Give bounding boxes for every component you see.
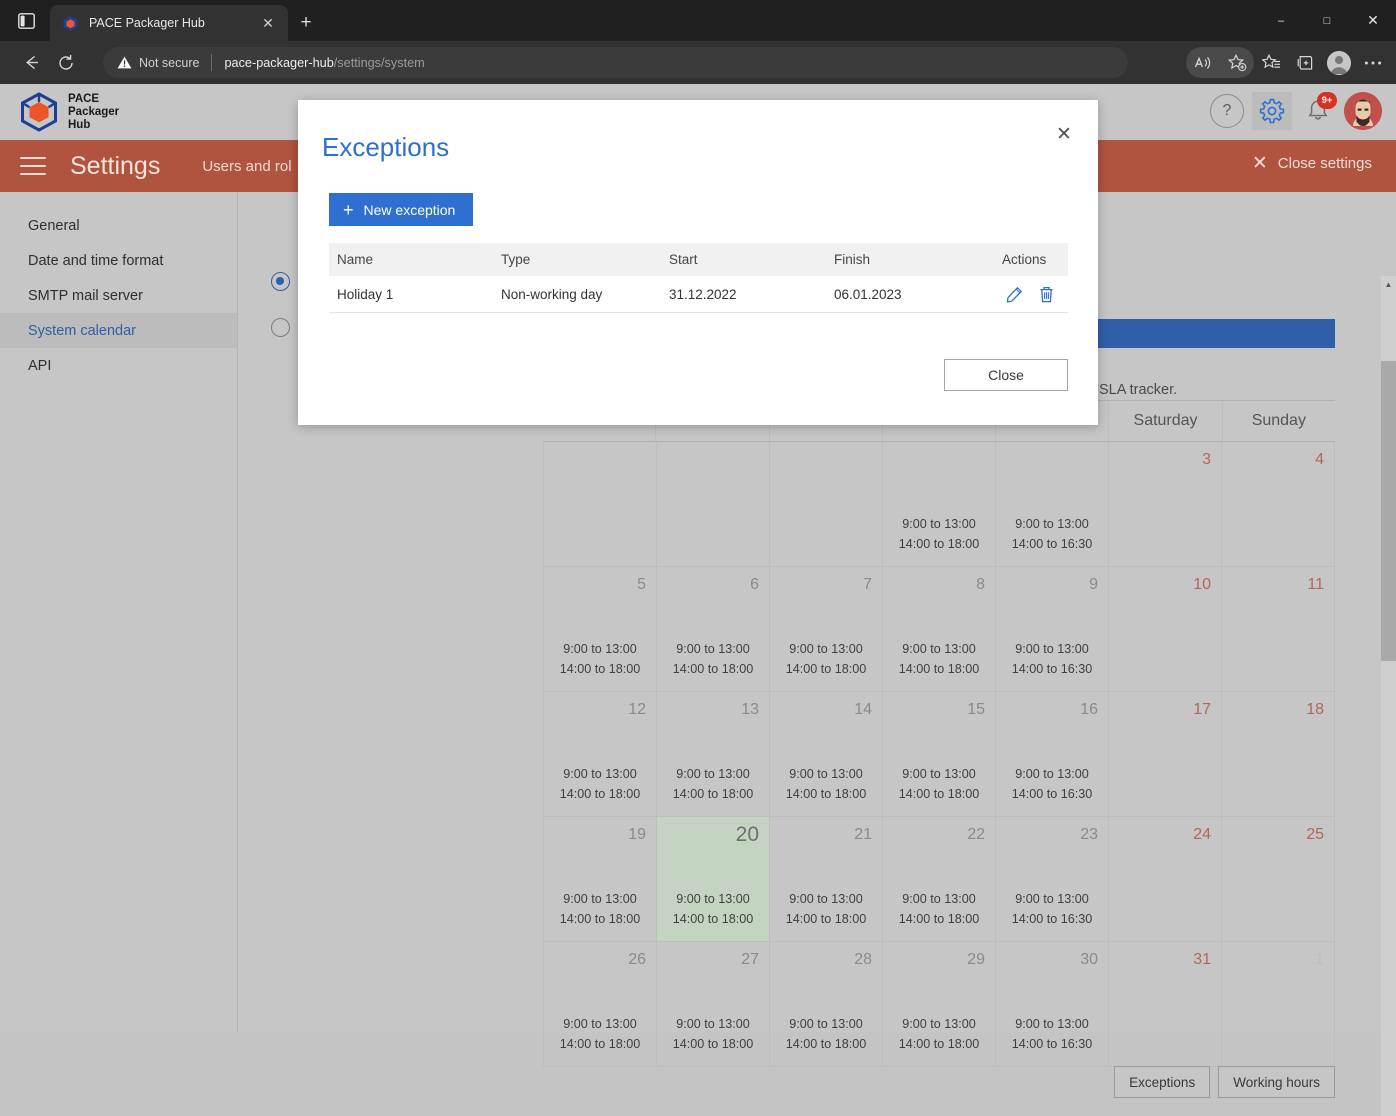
new-exception-button[interactable]: + New exception [329, 193, 473, 226]
plus-icon: + [343, 201, 354, 219]
new-exception-label: New exception [364, 202, 456, 218]
cell-name: Holiday 1 [329, 287, 501, 302]
dialog-title: Exceptions [322, 132, 449, 163]
table-header-row: Name Type Start Finish Actions [329, 243, 1068, 276]
close-icon[interactable]: ✕ [1048, 118, 1080, 150]
cell-start: 31.12.2022 [669, 287, 834, 302]
column-header-type: Type [501, 252, 669, 267]
column-header-actions: Actions [1002, 252, 1068, 267]
exceptions-table: Name Type Start Finish Actions Holiday 1… [329, 243, 1068, 313]
cell-type: Non-working day [501, 287, 669, 302]
calendar-footer: Exceptions Working hours [543, 1066, 1335, 1098]
column-header-start: Start [669, 252, 834, 267]
column-header-finish: Finish [834, 252, 1002, 267]
cell-actions [1002, 284, 1068, 304]
exceptions-button[interactable]: Exceptions [1114, 1066, 1210, 1098]
trash-icon[interactable] [1036, 284, 1056, 304]
dialog-close-button[interactable]: Close [944, 359, 1068, 391]
working-hours-button[interactable]: Working hours [1218, 1066, 1335, 1098]
cell-finish: 06.01.2023 [834, 287, 1002, 302]
table-row: Holiday 1 Non-working day 31.12.2022 06.… [329, 276, 1068, 313]
column-header-name: Name [329, 252, 501, 267]
pencil-icon[interactable] [1004, 284, 1024, 304]
modal-overlay: ✕ Exceptions + New exception Name Type S… [0, 0, 1396, 1032]
